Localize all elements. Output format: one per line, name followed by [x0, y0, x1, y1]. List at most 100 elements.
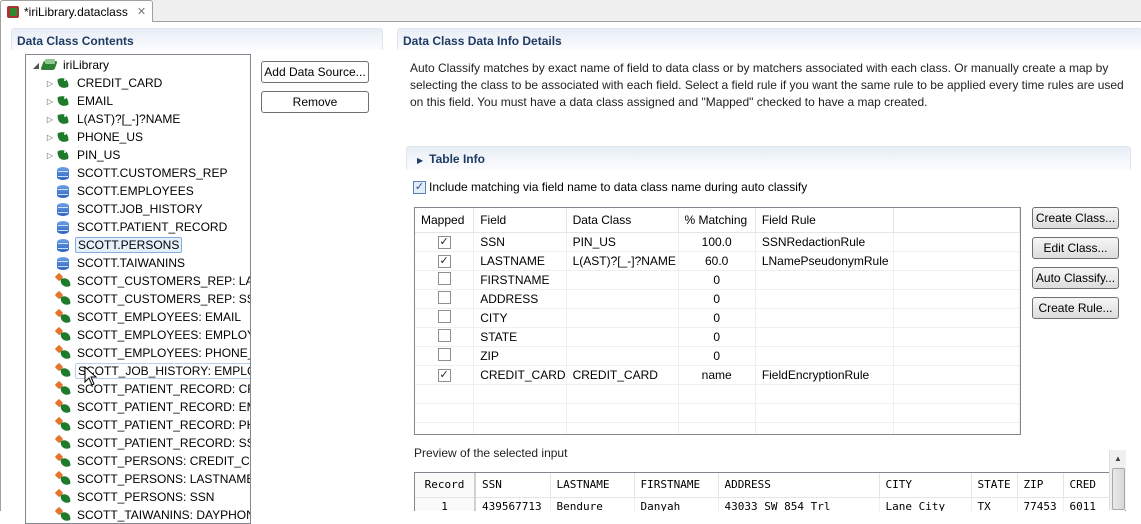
data-class-cell[interactable]	[566, 289, 679, 309]
scrollbar-thumb[interactable]	[1112, 468, 1125, 510]
tree-item[interactable]: SCOTT_EMPLOYEES: EMPLOYEE_	[44, 326, 250, 344]
field-cell[interactable]: CREDIT_CARD	[473, 365, 567, 385]
mapped-cell[interactable]	[415, 327, 475, 347]
field-cell[interactable]: STATE	[473, 327, 567, 347]
data-class-cell[interactable]	[566, 403, 679, 423]
column-header[interactable]: Field	[473, 208, 567, 233]
matching-cell[interactable]: 100.0	[678, 232, 756, 252]
data-class-cell[interactable]	[566, 308, 679, 328]
field-rule-cell[interactable]	[755, 327, 894, 347]
tree-item[interactable]: SCOTT.JOB_HISTORY	[44, 200, 205, 218]
preview-column-header[interactable]: ADDRESS	[718, 473, 880, 498]
mapped-checkbox[interactable]: ✓	[437, 255, 451, 268]
collapsed-arrow-icon[interactable]: ▷	[44, 79, 56, 88]
tree-item[interactable]: ◢ iriLibrary	[30, 56, 111, 74]
empty-cell[interactable]	[893, 384, 1020, 404]
tree-item[interactable]: SCOTT.PATIENT_RECORD	[44, 218, 229, 236]
field-rule-cell[interactable]: SSNRedactionRule	[755, 232, 894, 252]
table-row[interactable]: STATE 0	[415, 327, 1020, 347]
table-row[interactable]: ✓ LASTNAME L(AST)?[_-]?NAME 60.0 LNamePseudo…	[415, 251, 1020, 271]
matching-cell[interactable]: name	[678, 365, 756, 385]
matching-cell[interactable]	[678, 403, 756, 423]
auto-classify-button[interactable]: Auto Classify...	[1032, 267, 1119, 289]
tree-item[interactable]: ▷ PHONE_US	[44, 128, 145, 146]
tree-item[interactable]: ▷ PIN_US	[44, 146, 122, 164]
field-cell[interactable]: SSN	[473, 232, 567, 252]
field-cell[interactable]: ADDRESS	[473, 289, 567, 309]
matching-cell[interactable]	[678, 422, 756, 434]
mapped-cell[interactable]	[415, 289, 475, 309]
table-row[interactable]	[415, 403, 1020, 423]
tree-item[interactable]: SCOTT_CUSTOMERS_REP: LASTNAME	[44, 272, 250, 290]
table-row[interactable]: FIRSTNAME 0	[415, 270, 1020, 290]
close-icon[interactable]: ✕	[137, 5, 146, 18]
matching-cell[interactable]: 60.0	[678, 251, 756, 271]
add-data-source-button[interactable]: Add Data Source...	[261, 61, 369, 83]
empty-cell[interactable]	[893, 403, 1020, 423]
mapped-checkbox[interactable]	[437, 309, 451, 323]
table-row[interactable]: CITY 0	[415, 308, 1020, 328]
data-class-cell[interactable]	[566, 270, 679, 290]
include-matching-checkbox[interactable]: ✓	[413, 180, 426, 194]
column-header[interactable]: Mapped	[415, 208, 475, 233]
tree-item[interactable]: SCOTT_JOB_HISTORY: EMPLOYE	[44, 362, 250, 380]
field-rule-cell[interactable]: FieldEncryptionRule	[755, 365, 894, 385]
preview-column-header[interactable]: CRED	[1063, 473, 1114, 498]
empty-cell[interactable]	[893, 289, 1020, 309]
data-class-cell[interactable]	[566, 346, 679, 366]
matching-cell[interactable]: 0	[678, 327, 756, 347]
field-cell[interactable]: ZIP	[473, 346, 567, 366]
column-header[interactable]: % Matching	[678, 208, 756, 233]
tree-item[interactable]: ▷ CREDIT_CARD	[44, 74, 164, 92]
empty-cell[interactable]	[893, 327, 1020, 347]
mapped-cell[interactable]	[415, 308, 475, 328]
field-cell[interactable]	[473, 403, 567, 423]
field-rule-cell[interactable]	[755, 422, 894, 434]
table-row[interactable]	[415, 422, 1020, 434]
empty-cell[interactable]	[893, 346, 1020, 366]
remove-button[interactable]: Remove	[261, 91, 369, 113]
collapsed-arrow-icon[interactable]: ▷	[44, 133, 56, 142]
field-rule-cell[interactable]: LNamePseudonymRule	[755, 251, 894, 271]
data-class-cell[interactable]	[566, 384, 679, 404]
mapped-cell[interactable]	[415, 384, 475, 404]
matching-cell[interactable]: 0	[678, 270, 756, 290]
mapped-checkbox[interactable]	[437, 328, 451, 342]
create-class-button[interactable]: Create Class...	[1032, 207, 1119, 229]
field-cell[interactable]: CITY	[473, 308, 567, 328]
field-cell[interactable]	[473, 422, 567, 434]
empty-cell[interactable]	[893, 365, 1020, 385]
mapped-checkbox[interactable]	[437, 271, 451, 285]
editor-tab[interactable]: *iriLibrary.dataclass ✕	[0, 0, 153, 22]
empty-cell[interactable]	[893, 422, 1020, 434]
tree-item[interactable]: SCOTT_PERSONS: SSN	[44, 488, 216, 506]
mapped-cell[interactable]	[415, 270, 475, 290]
tree-item[interactable]: SCOTT_PERSONS: LASTNAME	[44, 470, 250, 488]
scroll-up-arrow-icon[interactable]: ▲	[1110, 450, 1126, 467]
mapped-cell[interactable]	[415, 346, 475, 366]
column-header[interactable]: Field Rule	[755, 208, 894, 233]
data-class-tree[interactable]: ◢ iriLibrary ▷ CREDIT_CARD ▷ EMAIL ▷ L(AST)?[_-…	[25, 54, 251, 524]
field-rule-cell[interactable]	[755, 403, 894, 423]
matching-cell[interactable]: 0	[678, 308, 756, 328]
create-rule-button[interactable]: Create Rule...	[1032, 297, 1119, 319]
field-rule-cell[interactable]	[755, 384, 894, 404]
preview-table[interactable]: Record SSN LASTNAME FIRSTNAME ADDRESS CITY STA…	[414, 472, 1126, 511]
table-row[interactable]: ZIP 0	[415, 346, 1020, 366]
data-class-cell[interactable]: PIN_US	[566, 232, 679, 252]
tree-item[interactable]: SCOTT_EMPLOYEES: EMAIL	[44, 308, 243, 326]
data-class-cell[interactable]	[566, 422, 679, 434]
mapped-cell[interactable]: ✓	[415, 232, 475, 252]
data-class-cell[interactable]	[566, 327, 679, 347]
field-rule-cell[interactable]	[755, 346, 894, 366]
tree-item[interactable]: SCOTT.CUSTOMERS_REP	[44, 164, 229, 182]
tree-item[interactable]: SCOTT.TAIWANINS	[44, 254, 187, 272]
preview-column-header[interactable]: CITY	[879, 473, 972, 498]
data-class-cell[interactable]: L(AST)?[_-]?NAME	[566, 251, 679, 271]
mapped-cell[interactable]: ✓	[415, 251, 475, 271]
empty-cell[interactable]	[893, 251, 1020, 271]
tree-item[interactable]: SCOTT_PATIENT_RECORD: PHOI	[44, 416, 250, 434]
preview-column-header[interactable]: SSN	[475, 473, 551, 498]
table-row[interactable]: ✓ CREDIT_CARD CREDIT_CARD name FieldEncrypti…	[415, 365, 1020, 385]
field-rule-cell[interactable]	[755, 289, 894, 309]
